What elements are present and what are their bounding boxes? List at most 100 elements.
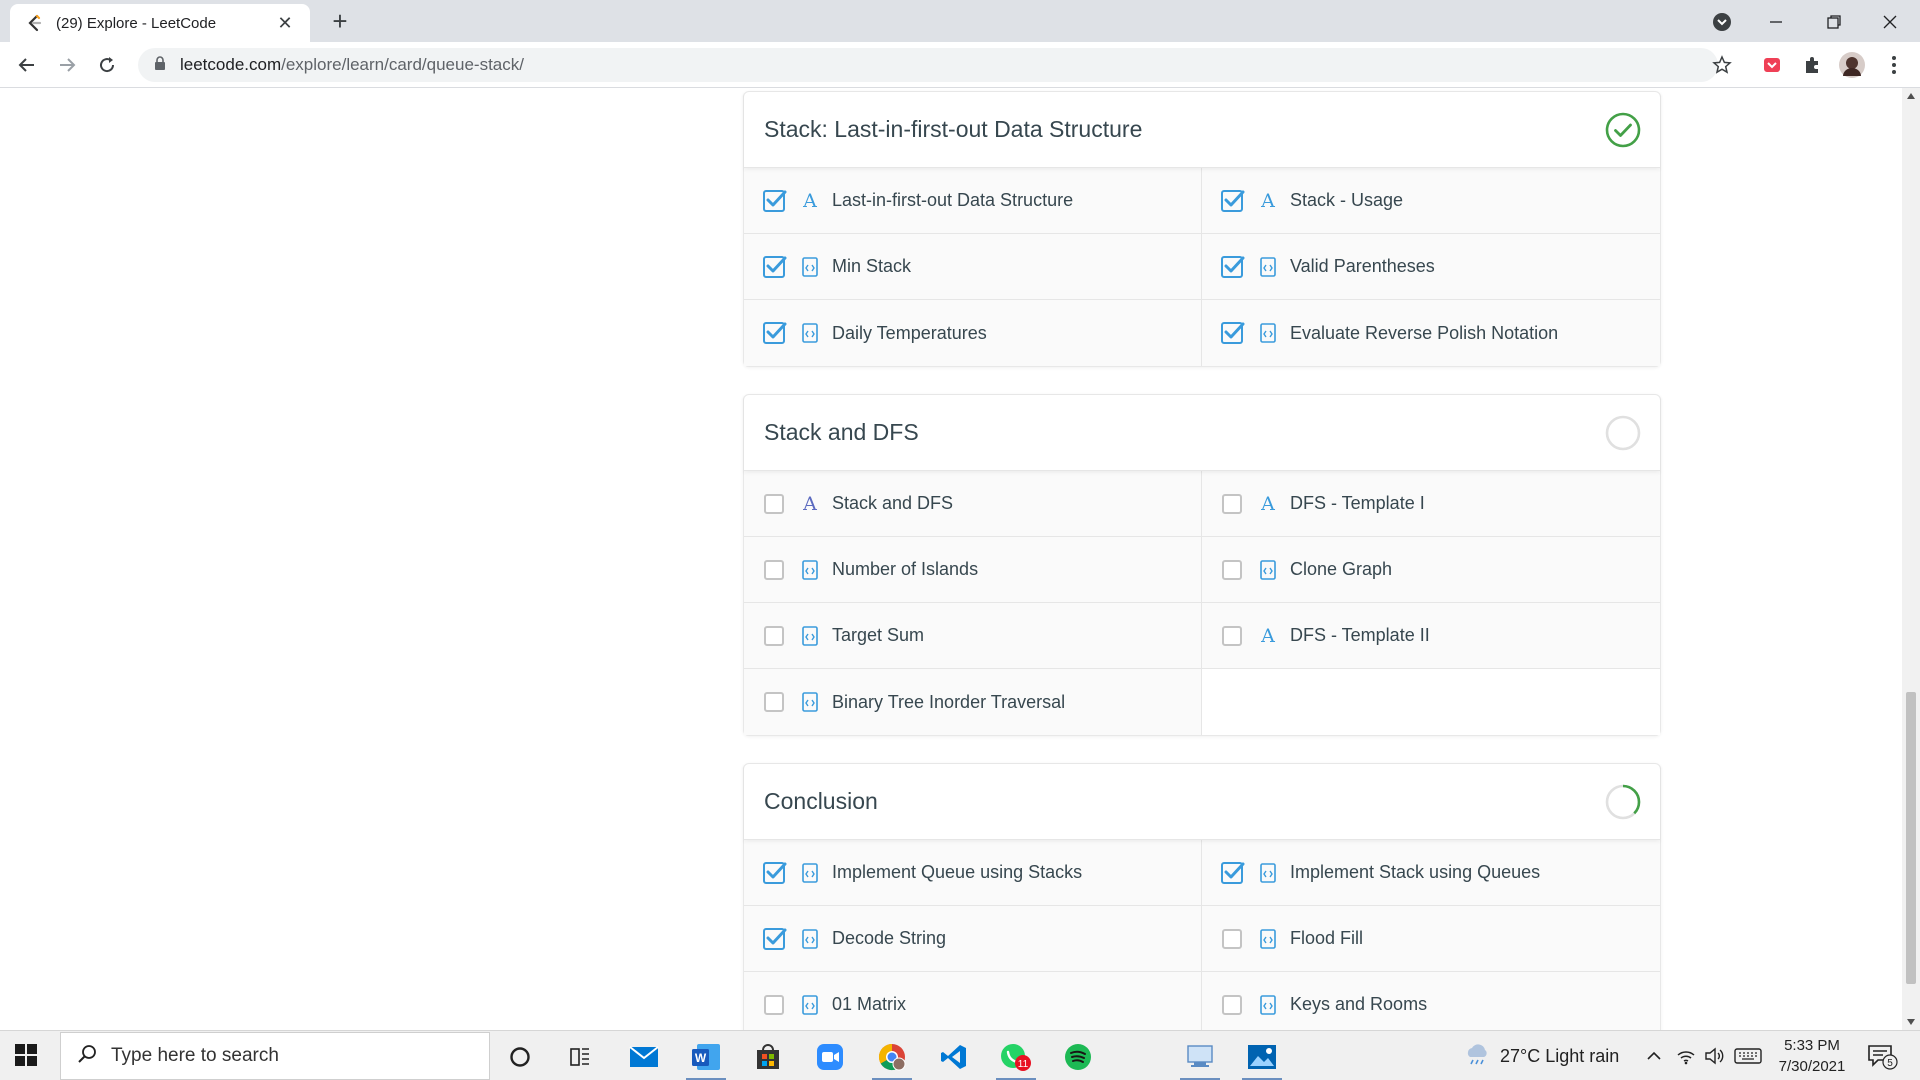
url-host: leetcode.com bbox=[180, 55, 282, 74]
cloud-rain-icon bbox=[1464, 1043, 1490, 1070]
notification-center-icon[interactable]: 5 bbox=[1866, 1031, 1898, 1080]
extensions-puzzle-icon[interactable] bbox=[1798, 51, 1826, 79]
code-file-icon bbox=[1258, 559, 1278, 581]
browser-menu-icon[interactable] bbox=[1880, 51, 1908, 79]
list-item[interactable]: Flood Fill bbox=[1202, 906, 1660, 972]
page-content: Stack: Last-in-first-out Data Structure … bbox=[0, 88, 1920, 1030]
cortana-icon[interactable] bbox=[494, 1036, 546, 1078]
checked-checkbox-icon bbox=[763, 189, 787, 212]
list-item[interactable]: A DFS - Template II bbox=[1202, 603, 1660, 669]
list-item[interactable]: Number of Islands bbox=[744, 537, 1202, 603]
code-file-icon bbox=[1258, 928, 1278, 950]
address-bar[interactable]: leetcode.com/explore/learn/card/queue-st… bbox=[138, 48, 1718, 82]
checkbox-icon bbox=[1222, 493, 1242, 514]
notification-badge: 5 bbox=[1887, 1058, 1893, 1069]
system-clock[interactable]: 5:33 PM 7/30/2021 bbox=[1772, 1035, 1852, 1077]
chapter-header[interactable]: Conclusion bbox=[744, 764, 1660, 840]
code-file-icon bbox=[800, 625, 820, 647]
pocket-extension-icon[interactable] bbox=[1758, 51, 1786, 79]
browser-toolbar: leetcode.com/explore/learn/card/queue-st… bbox=[0, 42, 1920, 88]
list-item[interactable]: Evaluate Reverse Polish Notation bbox=[1202, 300, 1660, 366]
chapter-card-conclusion: Conclusion Implement Queue using Stacks … bbox=[743, 763, 1661, 1030]
minimize-icon[interactable] bbox=[1762, 8, 1790, 36]
vscode-app-icon[interactable] bbox=[928, 1036, 980, 1078]
item-label: 01 Matrix bbox=[832, 994, 907, 1014]
article-icon: A bbox=[1261, 492, 1275, 515]
photos-app-icon[interactable] bbox=[1236, 1036, 1288, 1080]
code-file-icon bbox=[1258, 862, 1278, 884]
item-label: Target Sum bbox=[832, 625, 925, 645]
list-item[interactable]: Target Sum bbox=[744, 603, 1202, 669]
code-file-icon bbox=[1258, 322, 1278, 344]
file-explorer-window-icon[interactable] bbox=[1174, 1036, 1226, 1080]
chrome-app-icon[interactable] bbox=[866, 1036, 918, 1080]
whatsapp-badge: 11 bbox=[1018, 1059, 1029, 1070]
whatsapp-app-icon[interactable]: 11 bbox=[990, 1036, 1042, 1080]
show-hidden-icons-chevron-up-icon[interactable] bbox=[1646, 1031, 1662, 1080]
page-scrollbar[interactable] bbox=[1902, 88, 1920, 1030]
list-item[interactable]: Clone Graph bbox=[1202, 537, 1660, 603]
list-item[interactable]: Decode String bbox=[744, 906, 1202, 972]
restore-icon[interactable] bbox=[1820, 8, 1848, 36]
article-icon: A bbox=[1261, 189, 1275, 212]
checkbox-icon bbox=[764, 994, 784, 1015]
tab-search-icon[interactable] bbox=[1708, 8, 1736, 36]
windows-start-icon[interactable] bbox=[14, 1043, 40, 1069]
code-file-icon bbox=[800, 256, 820, 278]
profile-avatar[interactable] bbox=[1838, 51, 1866, 79]
chapter-header[interactable]: Stack: Last-in-first-out Data Structure bbox=[744, 92, 1660, 168]
chapter-title: Stack and DFS bbox=[764, 419, 919, 445]
new-tab-button[interactable]: + bbox=[326, 8, 354, 36]
volume-icon[interactable] bbox=[1704, 1031, 1724, 1080]
code-file-icon bbox=[800, 322, 820, 344]
checkbox-icon bbox=[764, 559, 784, 580]
svg-text:W: W bbox=[695, 1051, 707, 1065]
item-label: Min Stack bbox=[832, 256, 912, 276]
code-file-icon bbox=[1258, 256, 1278, 278]
list-item[interactable]: 01 Matrix bbox=[744, 972, 1202, 1030]
list-item[interactable]: Daily Temperatures bbox=[744, 300, 1202, 366]
checked-checkbox-icon bbox=[1221, 255, 1245, 278]
item-label: Daily Temperatures bbox=[832, 322, 987, 343]
list-item[interactable]: Keys and Rooms bbox=[1202, 972, 1660, 1030]
browser-tab-strip: (29) Explore - LeetCode ✕ + bbox=[0, 0, 1920, 42]
bookmark-star-icon[interactable] bbox=[1708, 51, 1736, 79]
chapter-items: A Last-in-first-out Data Structure A Sta… bbox=[744, 168, 1660, 366]
scrollbar-thumb[interactable] bbox=[1906, 692, 1916, 984]
chapter-card-stack-lifo: Stack: Last-in-first-out Data Structure … bbox=[743, 91, 1661, 367]
tab-close-icon[interactable]: ✕ bbox=[274, 13, 296, 34]
url-path: /explore/learn/card/queue-stack/ bbox=[281, 55, 524, 74]
forward-icon[interactable] bbox=[52, 50, 82, 80]
list-item[interactable]: Valid Parentheses bbox=[1202, 234, 1660, 300]
word-app-icon[interactable]: W bbox=[680, 1036, 732, 1080]
list-item[interactable]: Binary Tree Inorder Traversal bbox=[744, 669, 1202, 735]
keyboard-icon[interactable] bbox=[1734, 1031, 1762, 1080]
list-item[interactable]: A DFS - Template I bbox=[1202, 471, 1660, 537]
wifi-icon[interactable] bbox=[1676, 1031, 1696, 1080]
scroll-up-icon[interactable] bbox=[1906, 92, 1916, 100]
task-view-icon[interactable] bbox=[554, 1036, 606, 1078]
taskbar-search-box[interactable]: Type here to search bbox=[60, 1032, 490, 1080]
item-label: Stack - Usage bbox=[1290, 190, 1404, 210]
reload-icon[interactable] bbox=[92, 50, 122, 80]
checked-checkbox-icon bbox=[763, 322, 787, 344]
back-icon[interactable] bbox=[12, 50, 42, 80]
list-item[interactable]: Implement Queue using Stacks bbox=[744, 840, 1202, 906]
list-item[interactable]: A Stack and DFS bbox=[744, 471, 1202, 537]
browser-tab[interactable]: (29) Explore - LeetCode ✕ bbox=[10, 4, 310, 42]
list-item[interactable]: A Stack - Usage bbox=[1202, 168, 1660, 234]
list-item[interactable]: Implement Stack using Queues bbox=[1202, 840, 1660, 906]
list-item[interactable]: A Last-in-first-out Data Structure bbox=[744, 168, 1202, 234]
weather-widget[interactable]: 27°C Light rain bbox=[1464, 1031, 1619, 1080]
store-app-icon[interactable] bbox=[742, 1036, 794, 1078]
close-window-icon[interactable] bbox=[1876, 8, 1904, 36]
lock-icon[interactable] bbox=[154, 55, 166, 75]
chapter-header[interactable]: Stack and DFS bbox=[744, 395, 1660, 471]
list-item[interactable]: Min Stack bbox=[744, 234, 1202, 300]
scroll-down-icon[interactable] bbox=[1906, 1018, 1916, 1026]
zoom-app-icon[interactable] bbox=[804, 1036, 856, 1078]
spotify-app-icon[interactable] bbox=[1052, 1036, 1104, 1078]
mail-app-icon[interactable] bbox=[618, 1036, 670, 1078]
item-label: Binary Tree Inorder Traversal bbox=[832, 691, 1066, 712]
checkbox-icon bbox=[1222, 994, 1242, 1015]
